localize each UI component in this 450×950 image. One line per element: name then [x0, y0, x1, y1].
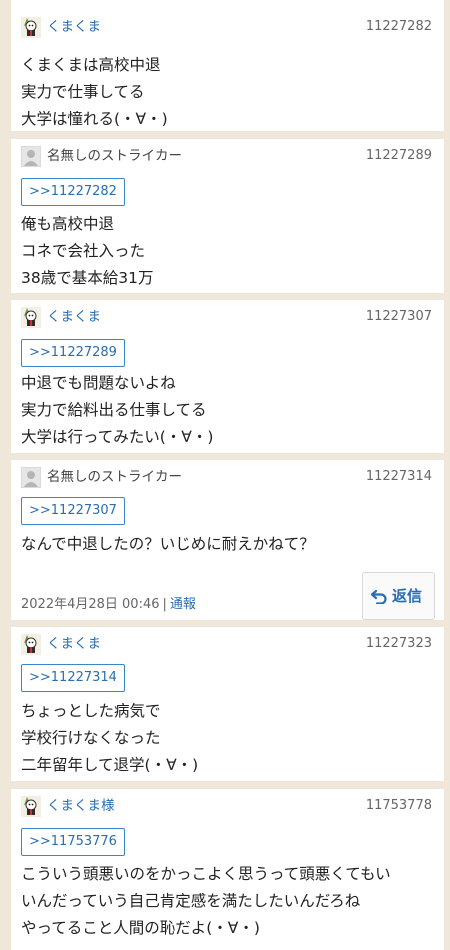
report-link[interactable]: 通報: [170, 597, 196, 612]
body-line: 大学は憧れる(・∀・): [21, 110, 168, 128]
post-number[interactable]: 11227314: [366, 468, 432, 486]
post-11227314: 名無しのストライカー 11227314 >>11227307 なんで中退したの？…: [11, 460, 444, 620]
post-11227323: くまくま 11227323 >>11227314 ちょっとした病気で 学校行けな…: [11, 627, 444, 781]
poster-name[interactable]: くまくま様: [47, 797, 115, 815]
body-line: なんで中退したの？いじめに耐えかねて？: [21, 535, 315, 553]
post-header: 名無しのストライカー 11227314: [21, 467, 432, 489]
bear-mascot-icon: [21, 796, 41, 817]
poster-name[interactable]: 名無しのストライカー: [47, 147, 182, 165]
reply-button-label: 返信: [392, 587, 423, 605]
post-11227307: くまくま 11227307 >>11227289 中退でも問題ないよね 実力で給…: [11, 300, 444, 453]
post-body: 俺も高校中退 コネで会社入った 38歳で基本給31万: [21, 211, 436, 292]
post-number[interactable]: 11227323: [366, 635, 432, 653]
post-header: くまくま 11227307: [21, 307, 432, 329]
post-body: 中退でも問題ないよね 実力で給料出る仕事してる 大学は行ってみたい(・∀・): [21, 370, 436, 451]
person-silhouette-icon: [21, 467, 41, 488]
body-line: 大学は行ってみたい(・∀・): [21, 428, 214, 446]
body-line: ちょっとした病気で: [21, 702, 161, 720]
meta-separator: |: [162, 597, 167, 612]
poster-name[interactable]: 名無しのストライカー: [47, 468, 182, 486]
post-header: くまくま 11227282: [21, 17, 432, 39]
poster-name[interactable]: くまくま: [47, 308, 101, 326]
body-line: 俺も高校中退: [21, 215, 115, 233]
reply-anchor-link[interactable]: >>11753776: [21, 828, 125, 856]
post-header: 名無しのストライカー 11227289: [21, 146, 432, 168]
body-line: 実力で仕事してる: [21, 83, 145, 101]
post-body: こういう頭悪いのをかっこよく思うって頭悪くてもい いんだっていう自己肯定感を満た…: [21, 861, 436, 942]
poster-name[interactable]: くまくま: [47, 635, 101, 653]
post-number[interactable]: 11753778: [366, 797, 432, 815]
body-line: 二年留年して退学(・∀・): [21, 756, 199, 774]
post-11227282: くまくま 11227282 くまくまは高校中退 実力で仕事してる 大学は憧れる(…: [11, 0, 444, 131]
body-line: いんだっていう自己肯定感を満たしたいんだろね: [21, 892, 361, 910]
body-line: 中退でも問題ないよね: [21, 374, 176, 392]
reply-arrow-icon: [370, 589, 387, 605]
post-body: ちょっとした病気で 学校行けなくなった 二年留年して退学(・∀・): [21, 698, 436, 779]
post-date: 2022年4月28日 00:46: [21, 597, 160, 612]
post-11227289: 名無しのストライカー 11227289 >>11227282 俺も高校中退 コネ…: [11, 139, 444, 293]
reply-anchor-link[interactable]: >>11227307: [21, 497, 125, 525]
poster-name[interactable]: くまくま: [47, 18, 101, 36]
person-silhouette-icon: [21, 146, 41, 167]
post-meta: 2022年4月28日 00:46 | 通報: [21, 593, 196, 612]
bear-mascot-icon: [21, 307, 41, 328]
body-line: こういう頭悪いのをかっこよく思うって頭悪くてもい: [21, 865, 391, 883]
reply-button[interactable]: 返信: [362, 572, 435, 620]
body-line: 38歳で基本給31万: [21, 269, 154, 287]
post-11753778: くまくま様 11753778 >>11753776 こういう頭悪いのをかっこよく…: [11, 789, 444, 950]
post-body: くまくまは高校中退 実力で仕事してる 大学は憧れる(・∀・): [21, 52, 436, 131]
post-body: なんで中退したの？いじめに耐えかねて？: [21, 531, 436, 558]
body-line: やってること人間の恥だよ(・∀・): [21, 919, 260, 937]
body-line: コネで会社入った: [21, 242, 146, 260]
post-number[interactable]: 11227289: [366, 147, 432, 165]
body-line: くまくまは高校中退: [21, 56, 161, 74]
post-header: くまくま 11227323: [21, 634, 432, 656]
bear-mascot-icon: [21, 17, 41, 38]
post-number[interactable]: 11227307: [366, 308, 432, 326]
body-line: 実力で給料出る仕事してる: [21, 401, 207, 419]
body-line: 学校行けなくなった: [21, 729, 161, 747]
reply-anchor-link[interactable]: >>11227314: [21, 664, 125, 692]
reply-anchor-link[interactable]: >>11227289: [21, 339, 125, 367]
bear-mascot-icon: [21, 634, 41, 655]
post-number[interactable]: 11227282: [366, 18, 432, 36]
reply-anchor-link[interactable]: >>11227282: [21, 178, 125, 206]
post-header: くまくま様 11753778: [21, 796, 432, 818]
